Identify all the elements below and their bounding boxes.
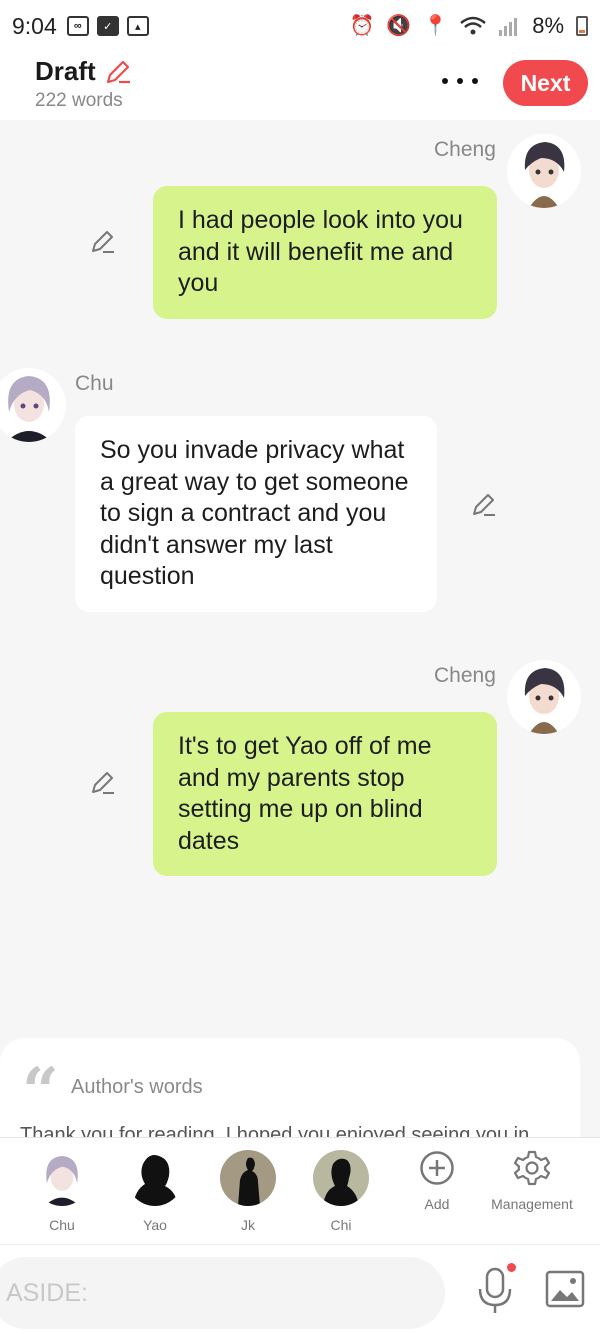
vpn-icon: ∞ xyxy=(66,16,89,36)
microphone-icon[interactable] xyxy=(476,1267,514,1315)
page-title: Draft xyxy=(35,56,96,86)
draft-title-row[interactable]: Draft xyxy=(35,56,132,87)
character-chu[interactable]: Chu xyxy=(22,1150,102,1233)
edit-message-icon[interactable] xyxy=(90,229,116,255)
next-button[interactable]: Next xyxy=(503,60,588,106)
avatar[interactable] xyxy=(507,660,581,734)
speaker-name: Chu xyxy=(75,372,114,395)
alarm-icon: ⏰ xyxy=(349,15,375,37)
speaker-name: Cheng xyxy=(434,138,496,161)
signal-icon xyxy=(499,18,518,36)
mute-icon: 🔇 xyxy=(386,15,412,37)
character-bar: Chu Yao Jk Chi Add Management xyxy=(0,1137,600,1245)
status-time: 9:04 xyxy=(12,12,57,39)
battery-percent: 8% xyxy=(532,13,564,38)
battery-icon xyxy=(576,16,588,36)
image-notification-icon: ▴ xyxy=(126,16,149,36)
character-name: Chi xyxy=(330,1217,352,1233)
edit-message-icon[interactable] xyxy=(90,770,116,796)
avatar xyxy=(127,1150,183,1206)
quote-icon: “ xyxy=(22,1054,59,1129)
management-label: Management xyxy=(491,1196,573,1212)
input-bar xyxy=(0,1245,600,1334)
status-bar: 9:04 ∞ ✓ ▴ ⏰ 🔇 📍 8% xyxy=(0,0,600,52)
word-count: 222 words xyxy=(35,90,123,111)
speaker-name: Cheng xyxy=(434,664,496,687)
wifi-icon xyxy=(460,16,487,35)
character-yao[interactable]: Yao xyxy=(115,1150,195,1233)
add-label: Add xyxy=(424,1196,450,1212)
avatar[interactable] xyxy=(0,368,66,442)
add-character-button[interactable]: Add xyxy=(414,1150,460,1212)
message-bubble[interactable]: So you invade privacy what a great way t… xyxy=(75,416,437,612)
management-button[interactable]: Management xyxy=(482,1150,582,1212)
edit-message-icon[interactable] xyxy=(471,492,497,518)
author-words-label: Author's words xyxy=(71,1076,203,1098)
edit-title-icon[interactable] xyxy=(104,58,132,86)
avatar xyxy=(313,1150,369,1206)
avatar xyxy=(34,1150,90,1206)
aside-input[interactable] xyxy=(0,1257,445,1329)
gear-icon xyxy=(514,1150,550,1186)
character-name: Yao xyxy=(143,1217,167,1233)
avatar xyxy=(220,1150,276,1206)
character-chi[interactable]: Chi xyxy=(301,1150,381,1233)
location-icon: 📍 xyxy=(423,15,449,37)
add-icon xyxy=(420,1151,454,1185)
message-bubble[interactable]: It's to get Yao off of me and my parents… xyxy=(153,712,497,876)
notification-dot xyxy=(507,1263,516,1272)
editor-header: Draft 222 words Next xyxy=(0,52,600,120)
image-gallery-icon[interactable] xyxy=(545,1270,585,1308)
character-name: Chu xyxy=(49,1217,75,1233)
character-jk[interactable]: Jk xyxy=(208,1150,288,1233)
more-options-icon[interactable] xyxy=(440,66,480,96)
checkbox-notification-icon: ✓ xyxy=(96,16,119,36)
avatar[interactable] xyxy=(507,134,581,208)
character-name: Jk xyxy=(241,1217,255,1233)
author-words-card[interactable]: “ Author's words Thank you for reading. … xyxy=(0,1038,580,1148)
message-bubble[interactable]: I had people look into you and it will b… xyxy=(153,186,497,319)
